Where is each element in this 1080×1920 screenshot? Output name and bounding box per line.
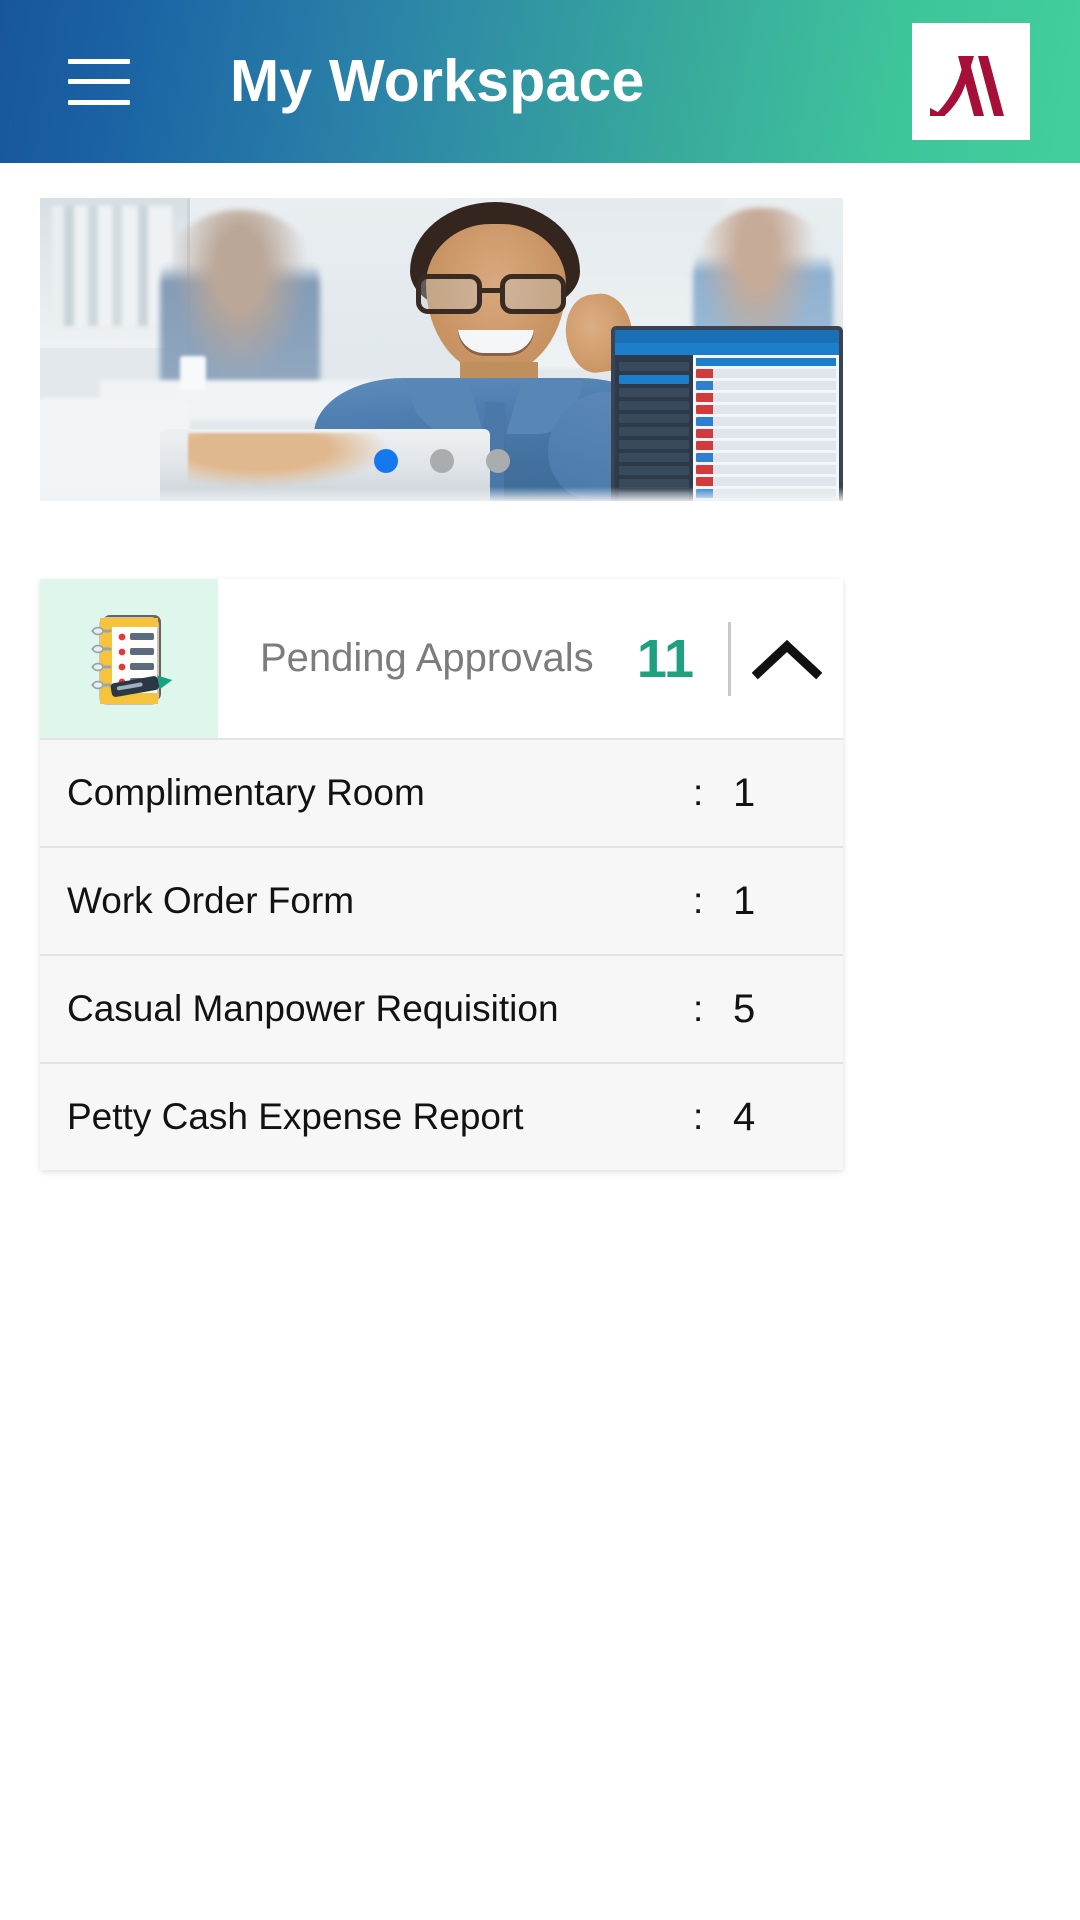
approval-count-value: 1 — [733, 770, 756, 815]
pending-approvals-header[interactable]: Pending Approvals 11 — [40, 579, 843, 738]
approval-type-label: Work Order Form — [67, 880, 355, 921]
approval-count-value: 5 — [733, 986, 756, 1031]
table-row[interactable]: Petty Cash Expense Report : 4 — [40, 1062, 843, 1170]
carousel-dot-2[interactable] — [429, 449, 454, 473]
marriott-m-logo[interactable] — [912, 23, 1030, 140]
hamburger-line — [68, 99, 130, 105]
monitor-dashboard-graphic — [611, 326, 843, 501]
promo-carousel[interactable] — [40, 198, 843, 501]
page-title: My Workspace — [230, 48, 645, 114]
approval-type-label: Complimentary Room — [67, 772, 425, 813]
hamburger-line — [68, 58, 130, 64]
table-row[interactable]: Casual Manpower Requisition : 5 — [40, 954, 843, 1062]
approval-type-label: Petty Cash Expense Report — [67, 1096, 524, 1137]
table-row[interactable]: Work Order Form : 1 — [40, 846, 843, 954]
row-separator: : — [693, 1096, 704, 1137]
carousel-dots — [40, 449, 843, 473]
table-row[interactable]: Complimentary Room : 1 — [40, 738, 843, 846]
hamburger-menu-icon[interactable] — [68, 58, 130, 105]
carousel-dot-3[interactable] — [485, 449, 510, 473]
pending-approvals-card: Pending Approvals 11 Complimentary Room … — [40, 579, 843, 1170]
chevron-up-icon[interactable] — [731, 637, 843, 681]
hamburger-line — [68, 79, 130, 84]
approval-count-value: 1 — [733, 878, 756, 923]
approval-type-label: Casual Manpower Requisition — [67, 988, 559, 1029]
checklist-pencil-icon — [40, 579, 218, 738]
pending-approvals-title: Pending Approvals — [260, 636, 594, 680]
pending-approvals-count: 11 — [636, 628, 694, 689]
approval-count-value: 4 — [733, 1094, 756, 1139]
row-separator: : — [693, 988, 704, 1029]
carousel-dot-1[interactable] — [373, 449, 398, 473]
row-separator: : — [693, 772, 704, 813]
app-header: My Workspace — [0, 0, 1080, 163]
row-separator: : — [693, 880, 704, 921]
